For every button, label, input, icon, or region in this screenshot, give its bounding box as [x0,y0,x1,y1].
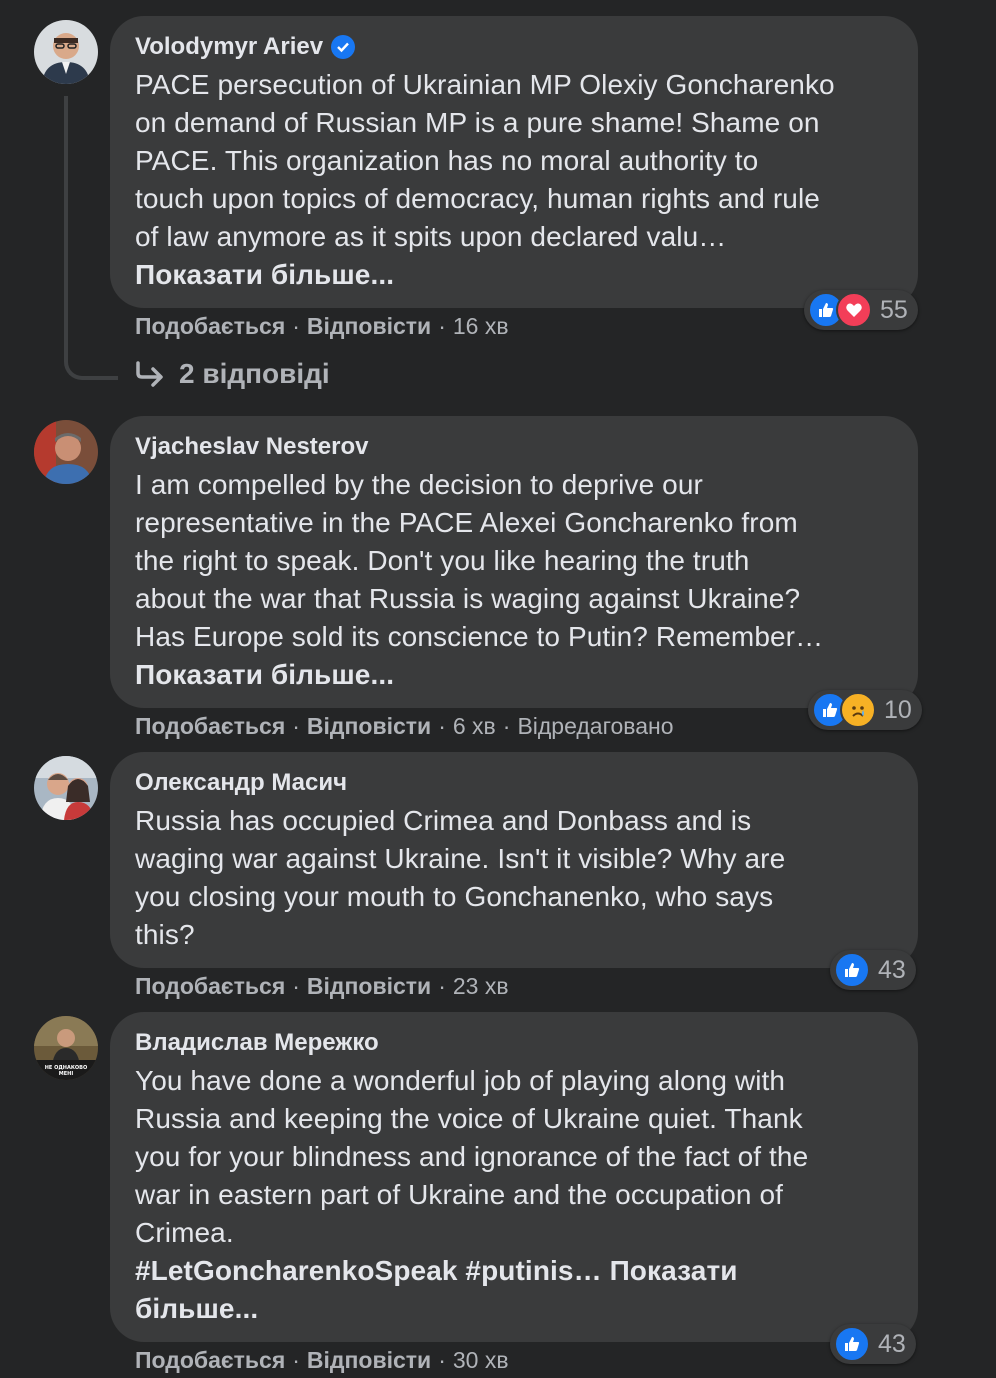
replies-count-label[interactable]: 2 відповіді [179,358,330,390]
comment-timestamp[interactable]: 23 хв [453,973,509,999]
comment-line: Crimea. [135,1217,234,1248]
comment-bubble: Олександр Масич Russia has occupied Crim… [110,752,918,968]
comment-line: Russia and keeping the voice of Ukraine … [135,1103,803,1134]
sad-reaction-icon [840,692,876,728]
comment-line: the right to speak. Don't you like heari… [135,545,750,576]
comment-line: about the war that Russia is waging agai… [135,583,801,614]
comment-actions: Подобається · Відповісти · 30 хв [135,1347,509,1373]
like-button[interactable]: Подобається [135,973,285,999]
reaction-count: 43 [878,1329,906,1358]
comment-text: I am compelled by the decision to depriv… [135,466,892,694]
like-button[interactable]: Подобається [135,713,285,739]
reply-arrow-icon [136,361,163,387]
show-more-link[interactable]: Показати більше... [135,256,892,294]
comment-bubble: Vjacheslav Nesterov I am compelled by th… [110,416,918,708]
avatar[interactable] [34,756,98,820]
hashtags-line: #LetGoncharenkoSpeak #putinis… Показати [135,1252,892,1290]
comment-line: touch upon topics of democracy, human ri… [135,183,820,214]
comment-text: You have done a wonderful job of playing… [135,1062,892,1328]
show-more-link[interactable]: Показати більше... [135,656,892,694]
like-reaction-icon [834,952,870,988]
comment-line: I am compelled by the decision to depriv… [135,469,703,500]
comment-line: Russia has occupied Crimea and Donbass a… [135,805,752,836]
comment-actions: Подобається · Відповісти · 23 хв [135,973,509,999]
comment-line: you for your blindness and ignorance of … [135,1141,809,1172]
comment-line: of law anymore as it spits upon declared… [135,221,727,252]
author-name[interactable]: Олександр Масич [135,768,892,798]
reply-button[interactable]: Відповісти [307,313,431,339]
reply-button[interactable]: Відповісти [307,973,431,999]
avatar-photo-icon: НЕ ОДНАКОВО МЕНІ [34,1016,98,1080]
avatar-photo-icon [34,20,98,84]
comment-timestamp[interactable]: 30 хв [453,1347,509,1373]
like-button[interactable]: Подобається [135,1347,285,1373]
reaction-count: 43 [878,955,906,984]
like-reaction-icon [834,1326,870,1362]
comment-text: Russia has occupied Crimea and Donbass a… [135,802,892,954]
comment-text: PACE persecution of Ukrainian MP Olexiy … [135,66,892,294]
comment-author[interactable]: Volodymyr Ariev [135,32,892,62]
like-button[interactable]: Подобається [135,313,285,339]
avatar-caption: МЕНІ [59,1071,74,1077]
reply-button[interactable]: Відповісти [307,1347,431,1373]
edited-label[interactable]: Відредаговано [517,713,673,739]
comment-line: representative in the PACE Alexei Goncha… [135,507,798,538]
comment-line: on demand of Russian MP is a pure shame!… [135,107,820,138]
author-name[interactable]: Vjacheslav Nesterov [135,432,892,462]
author-name[interactable]: Владислав Мережко [135,1028,892,1058]
comment-line: war in eastern part of Ukraine and the o… [135,1179,784,1210]
comment-line: You have done a wonderful job of playing… [135,1065,786,1096]
reaction-summary[interactable]: 55 [804,290,918,330]
reply-button[interactable]: Відповісти [307,713,431,739]
avatar-photo-icon [34,756,98,820]
comment-line: you closing your mouth to Gonchanenko, w… [135,881,774,912]
avatar[interactable] [34,420,98,484]
comment-line: waging war against Ukraine. Isn't it vis… [135,843,786,874]
comment-bubble: Volodymyr Ariev PACE persecution of Ukra… [110,16,918,308]
reaction-summary[interactable]: 10 [808,690,922,730]
avatar[interactable] [34,20,98,84]
comment-actions: Подобається · Відповісти · 6 хв · Відредагован… [135,713,674,739]
comment-timestamp[interactable]: 16 хв [453,313,509,339]
reaction-count: 55 [880,295,908,324]
author-name[interactable]: Volodymyr Ariev [135,32,323,62]
comment-line: PACE. This organization has no moral aut… [135,145,759,176]
reaction-summary[interactable]: 43 [830,950,916,990]
comment-actions: Подобається · Відповісти · 16 хв [135,313,509,339]
comment-line: PACE persecution of Ukrainian MP Olexiy … [135,69,835,100]
reaction-summary[interactable]: 43 [830,1324,916,1364]
love-reaction-icon [836,292,872,328]
avatar[interactable]: НЕ ОДНАКОВО МЕНІ [34,1016,98,1080]
hashtags[interactable]: #LetGoncharenkoSpeak #putinis… [135,1255,602,1286]
view-replies-link[interactable]: 2 відповіді [135,358,330,390]
show-more-link[interactable]: Показати [610,1255,738,1286]
verified-badge-icon [331,35,356,59]
show-more-link[interactable]: більше... [135,1290,892,1328]
reaction-count: 10 [884,695,912,724]
comment-bubble: Владислав Мережко You have done a wonder… [110,1012,918,1342]
comment-line: this? [135,919,195,950]
comment-line: Has Europe sold its conscience to Putin?… [135,621,824,652]
avatar-photo-icon [34,420,98,484]
comment-timestamp[interactable]: 6 хв [453,713,496,739]
